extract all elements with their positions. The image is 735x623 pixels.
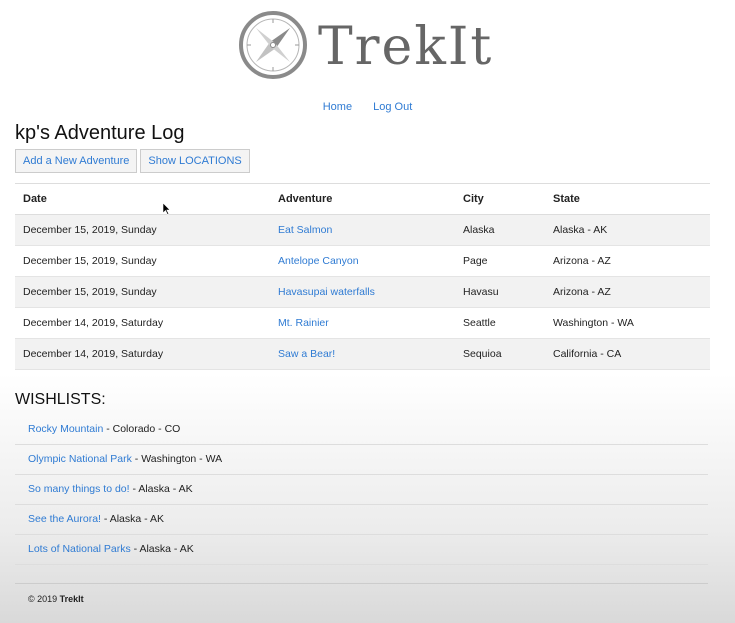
wishlist-location: - Colorado - CO — [103, 423, 181, 435]
adventure-log-table: Date Adventure City State December 15, 2… — [15, 183, 710, 370]
cell-city: Havasu — [455, 276, 545, 308]
show-locations-button[interactable]: Show LOCATIONS — [140, 149, 250, 173]
adventure-link[interactable]: Antelope Canyon — [278, 255, 359, 267]
wishlist-link[interactable]: Lots of National Parks — [28, 543, 131, 555]
cell-city: Alaska — [455, 214, 545, 246]
table-row: December 14, 2019, Saturday Mt. Rainier … — [15, 307, 710, 339]
list-item: Rocky Mountain - Colorado - CO — [15, 415, 708, 445]
wishlists-heading: WISHLISTS: — [15, 391, 106, 408]
table-row: December 15, 2019, Sunday Eat Salmon Ala… — [15, 214, 710, 246]
wishlist-link[interactable]: So many things to do! — [28, 483, 130, 495]
page-title: kp's Adventure Log — [15, 122, 185, 144]
cell-date: December 15, 2019, Sunday — [15, 214, 270, 246]
cell-state: Arizona - AZ — [545, 276, 710, 308]
adventure-link[interactable]: Saw a Bear! — [278, 348, 335, 360]
adventure-link[interactable]: Mt. Rainier — [278, 317, 329, 329]
action-buttons: Add a New Adventure Show LOCATIONS — [15, 149, 250, 173]
footer-copyright: © 2019 — [28, 594, 60, 604]
compass-icon — [238, 10, 308, 85]
mouse-cursor-icon — [162, 202, 171, 220]
cell-date: December 15, 2019, Sunday — [15, 276, 270, 308]
cell-date: December 15, 2019, Sunday — [15, 245, 270, 277]
cell-state: California - CA — [545, 338, 710, 370]
list-item: Lots of National Parks - Alaska - AK — [15, 535, 708, 565]
list-item: See the Aurora! - Alaska - AK — [15, 505, 708, 535]
column-header-state: State — [545, 183, 710, 215]
brand-logo[interactable]: TrekIt — [238, 10, 494, 85]
table-row: December 14, 2019, Saturday Saw a Bear! … — [15, 338, 710, 370]
table-header-row: Date Adventure City State — [15, 183, 710, 215]
cell-state: Arizona - AZ — [545, 245, 710, 277]
list-item: Olympic National Park - Washington - WA — [15, 445, 708, 475]
cell-city: Sequioa — [455, 338, 545, 370]
cell-date: December 14, 2019, Saturday — [15, 307, 270, 339]
adventure-link[interactable]: Havasupai waterfalls — [278, 286, 375, 298]
wishlist-link[interactable]: Olympic National Park — [28, 453, 132, 465]
wishlist-link[interactable]: See the Aurora! — [28, 513, 101, 525]
column-header-date: Date — [15, 183, 270, 215]
wishlist-list: Rocky Mountain - Colorado - CO Olympic N… — [15, 415, 708, 565]
adventure-link[interactable]: Eat Salmon — [278, 224, 332, 236]
top-nav: Home Log Out — [0, 101, 735, 113]
brand-name: TrekIt — [318, 17, 494, 77]
add-adventure-button[interactable]: Add a New Adventure — [15, 149, 138, 173]
wishlist-location: - Alaska - AK — [130, 543, 194, 555]
nav-home-link[interactable]: Home — [323, 101, 352, 113]
footer-brand: TrekIt — [59, 594, 84, 604]
wishlist-link[interactable]: Rocky Mountain — [28, 423, 103, 435]
cell-city: Seattle — [455, 307, 545, 339]
nav-logout-link[interactable]: Log Out — [373, 101, 412, 113]
cell-date: December 14, 2019, Saturday — [15, 338, 270, 370]
table-row: December 15, 2019, Sunday Antelope Canyo… — [15, 245, 710, 277]
cell-state: Alaska - AK — [545, 214, 710, 246]
wishlist-location: - Alaska - AK — [129, 483, 193, 495]
column-header-city: City — [455, 183, 545, 215]
cell-city: Page — [455, 245, 545, 277]
column-header-adventure: Adventure — [270, 183, 455, 215]
cell-state: Washington - WA — [545, 307, 710, 339]
footer: © 2019 TrekIt — [15, 583, 708, 614]
list-item: So many things to do! - Alaska - AK — [15, 475, 708, 505]
wishlist-location: - Alaska - AK — [100, 513, 164, 525]
wishlist-location: - Washington - WA — [131, 453, 223, 465]
table-row: December 15, 2019, Sunday Havasupai wate… — [15, 276, 710, 308]
